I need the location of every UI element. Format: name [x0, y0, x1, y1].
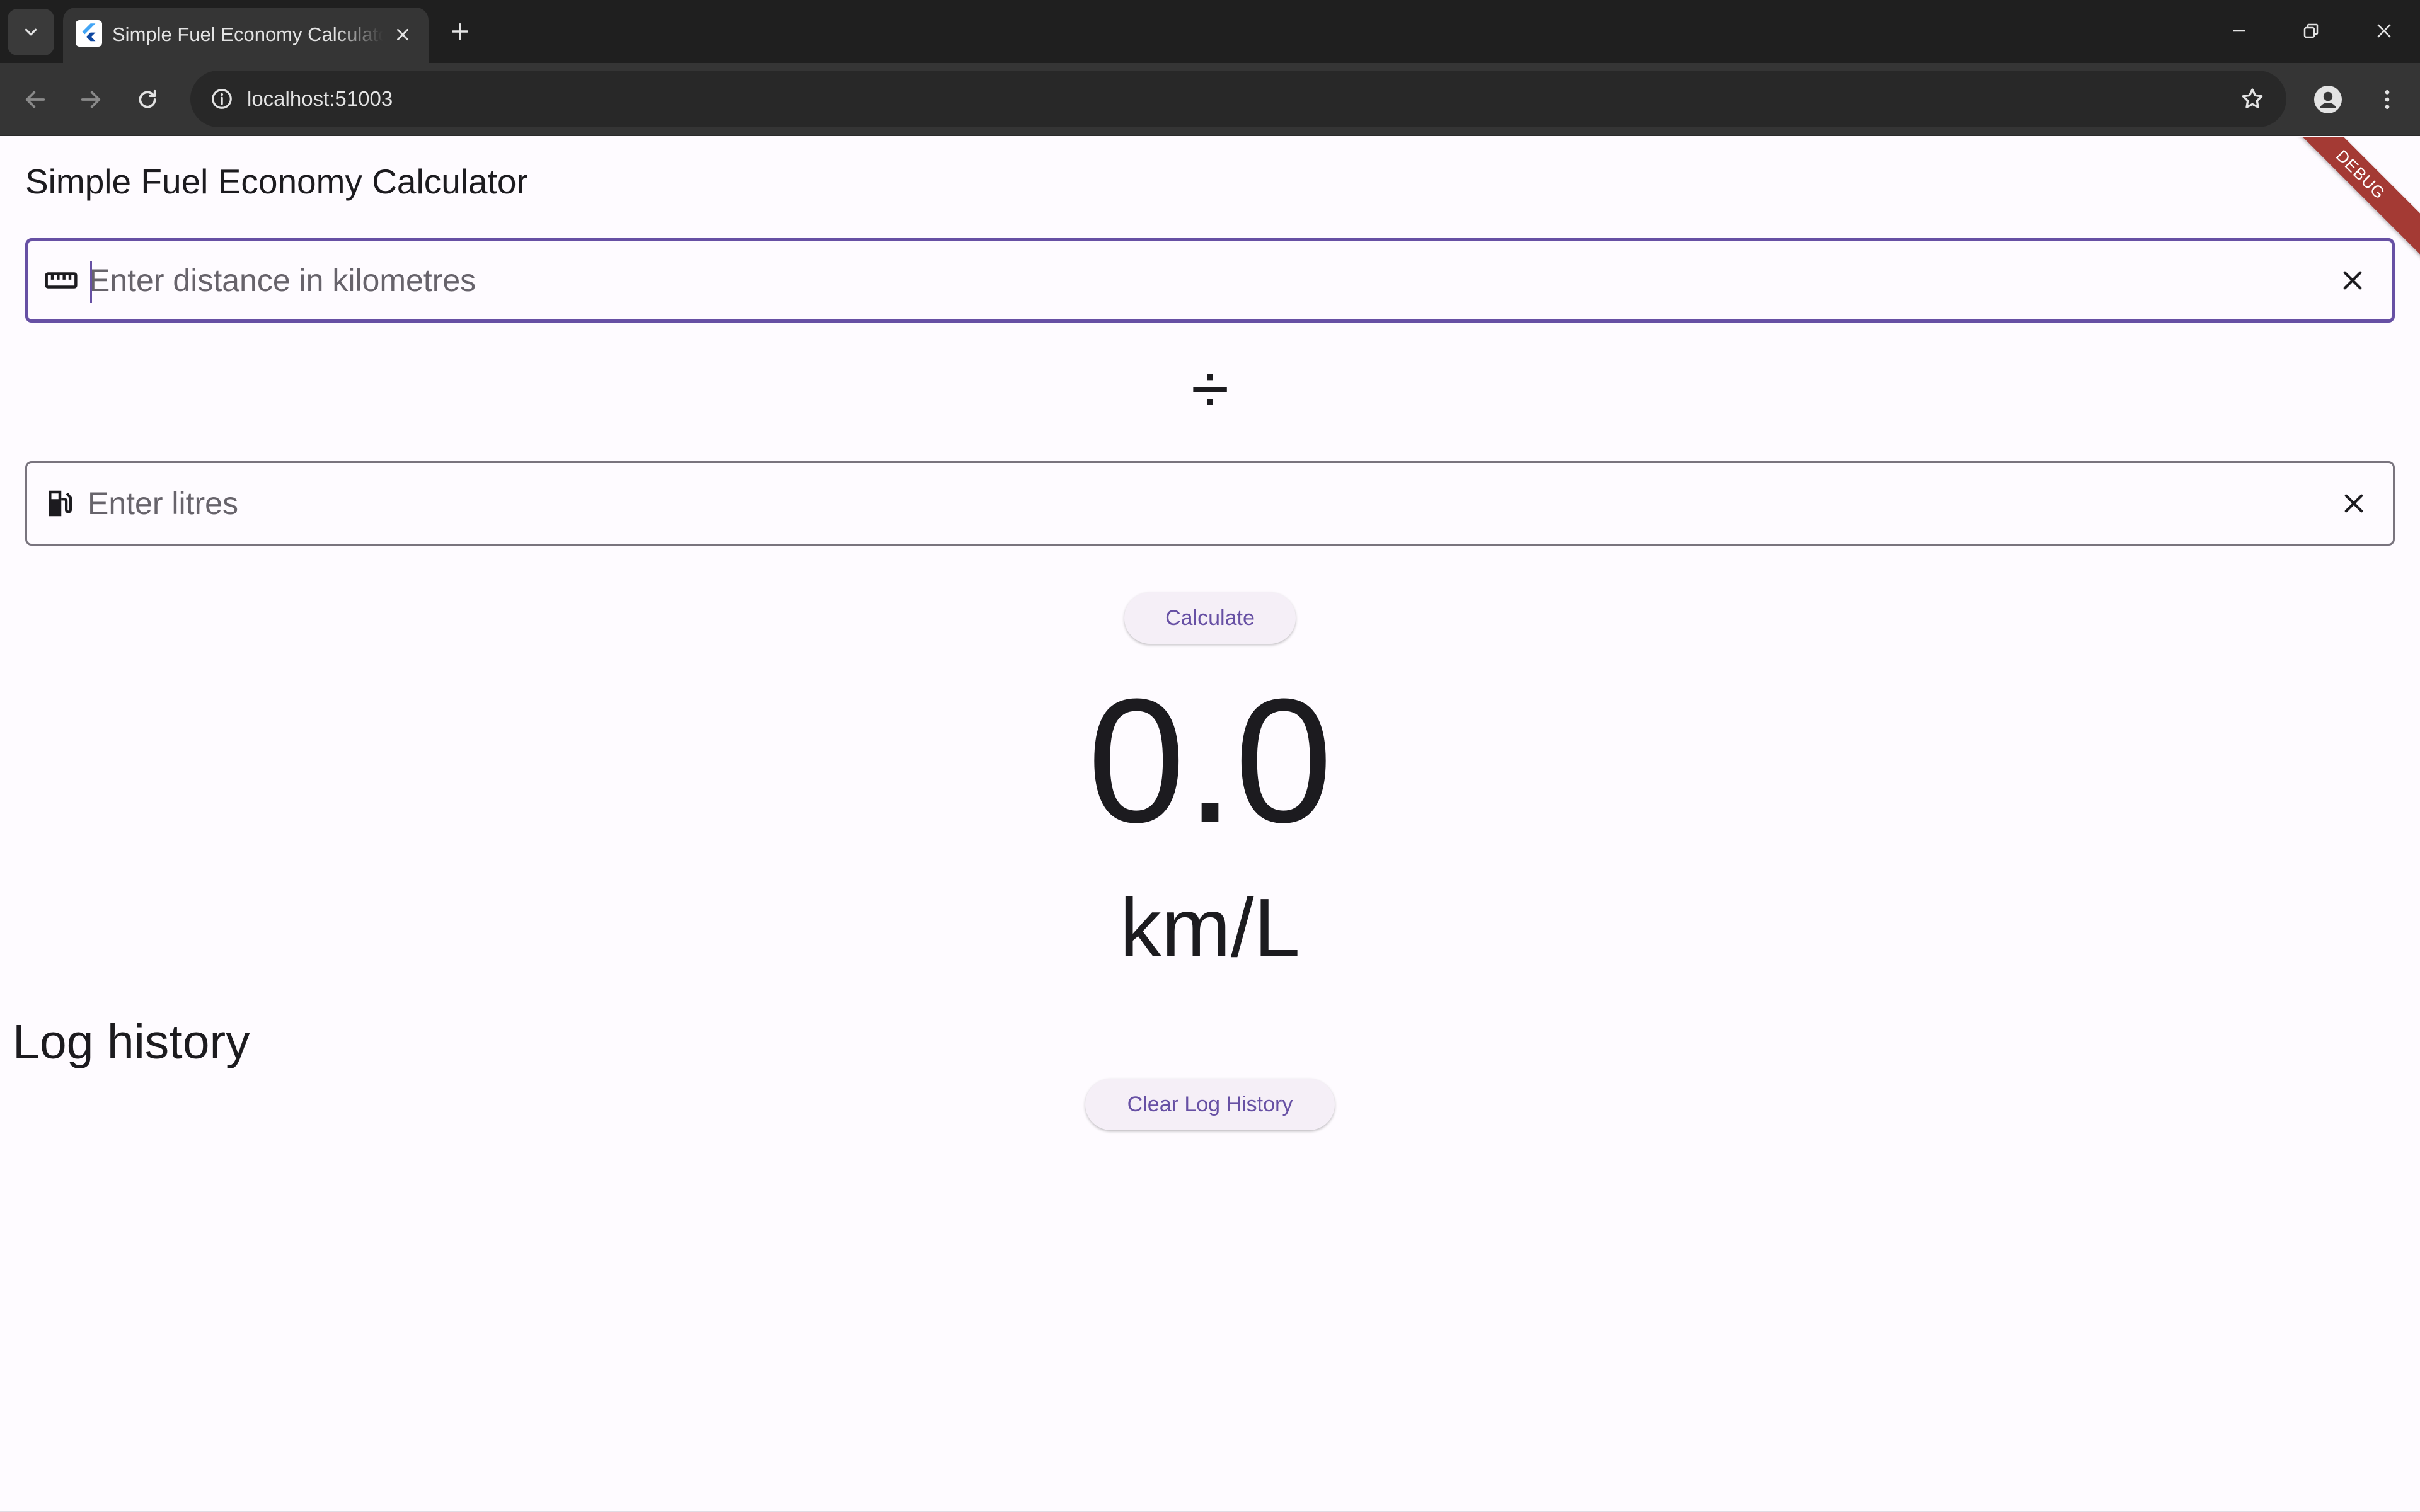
clear-log-history-button[interactable]: Clear Log History	[1085, 1079, 1335, 1130]
more-vertical-icon	[2385, 90, 2390, 109]
arrow-right-icon	[81, 91, 101, 108]
url-text[interactable]: localhost:51003	[247, 71, 393, 127]
divide-operator: ÷	[1190, 350, 1230, 428]
litres-input[interactable]	[88, 463, 2306, 544]
tab-close-button[interactable]	[388, 20, 417, 49]
close-icon	[2343, 271, 2362, 290]
result-value: 0.0	[1087, 663, 1333, 859]
litres-field[interactable]	[25, 461, 2395, 546]
minimize-window-button[interactable]	[2212, 9, 2266, 53]
close-icon	[2377, 24, 2391, 38]
app-title: Simple Fuel Economy Calculator	[25, 162, 528, 201]
flutter-favicon-icon	[76, 20, 102, 47]
distance-input[interactable]	[89, 241, 2307, 319]
restore-window-button[interactable]	[2284, 9, 2338, 53]
app-page: DEBUG Simple Fuel Economy Calculator ÷ C…	[0, 137, 2420, 1512]
reload-icon	[139, 89, 156, 108]
reload-button[interactable]	[127, 79, 168, 120]
browser-tab-strip: Simple Fuel Economy Calculator	[0, 0, 2420, 63]
calculate-button[interactable]: Calculate	[1124, 592, 1296, 644]
close-window-button[interactable]	[2357, 9, 2411, 53]
minimize-icon	[2233, 30, 2245, 32]
site-info-button[interactable]	[202, 79, 242, 119]
distance-field[interactable]	[25, 238, 2395, 323]
info-icon	[212, 89, 232, 109]
new-tab-button[interactable]	[441, 13, 479, 50]
tab-title: Simple Fuel Economy Calculator	[112, 23, 383, 45]
close-icon	[2344, 494, 2363, 513]
forward-button[interactable]	[71, 79, 111, 120]
clear-litres-button[interactable]	[2334, 463, 2374, 544]
text-cursor	[90, 261, 92, 303]
chevron-down-icon	[25, 28, 37, 36]
log-history-heading: Log history	[13, 1015, 250, 1069]
address-bar[interactable]: localhost:51003	[190, 71, 2286, 127]
ruler-icon	[41, 241, 81, 319]
close-icon	[397, 29, 408, 40]
arrow-left-icon	[25, 91, 45, 108]
bookmark-button[interactable]	[2232, 79, 2273, 119]
restore-icon	[2303, 23, 2319, 38]
result-unit: km/L	[1119, 881, 1301, 974]
star-icon	[2242, 88, 2263, 108]
plus-icon	[451, 23, 469, 40]
browser-tab-active[interactable]: Simple Fuel Economy Calculator	[63, 8, 429, 63]
back-button[interactable]	[15, 79, 55, 120]
profile-avatar-icon	[2314, 86, 2342, 113]
tab-search-button[interactable]	[8, 9, 54, 55]
browser-toolbar: localhost:51003	[0, 63, 2420, 136]
fuel-pump-icon	[40, 463, 80, 544]
clear-distance-button[interactable]	[2332, 241, 2373, 319]
browser-menu-button[interactable]	[2367, 79, 2407, 120]
profile-button[interactable]	[2308, 79, 2348, 120]
